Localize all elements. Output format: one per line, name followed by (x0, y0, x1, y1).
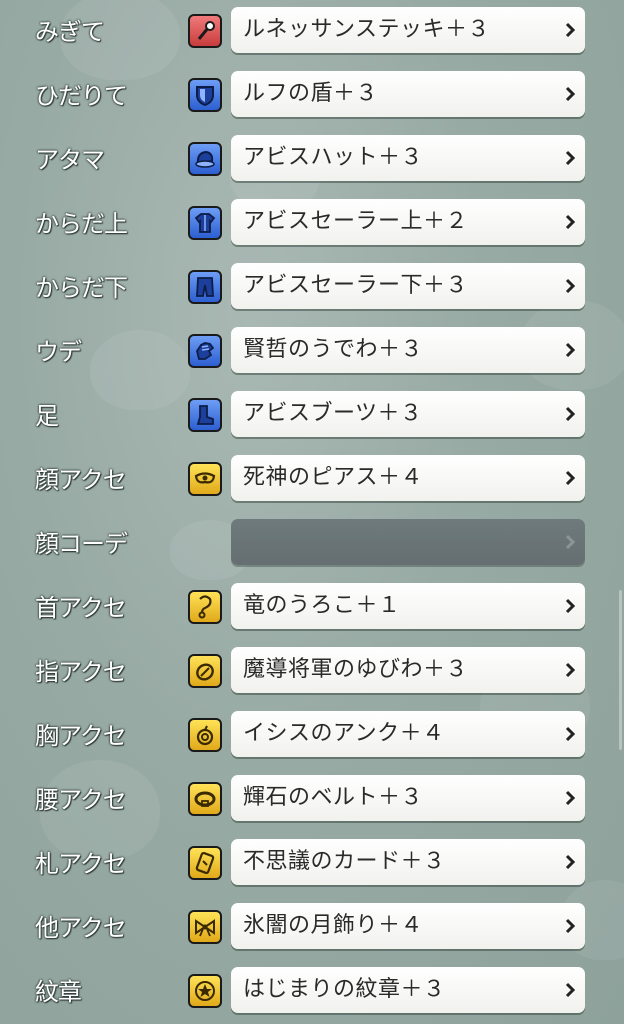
chevron-right-icon (565, 918, 575, 934)
item-name: はじまりの紋章＋３ (243, 977, 446, 1002)
item-name: ルフの盾＋３ (243, 81, 379, 106)
slot-label: 足 (35, 402, 59, 430)
chevron-right-icon (565, 790, 575, 806)
item-name: イシスのアンク＋４ (243, 721, 445, 746)
item-button-emblem[interactable]: はじまりの紋章＋３ (231, 967, 585, 1013)
card-icon (188, 846, 222, 880)
item-button-card-accessory[interactable]: 不思議のカード＋３ (231, 839, 585, 885)
item-button-waist-accessory[interactable]: 輝石のベルト＋３ (231, 775, 585, 821)
bow-icon (188, 910, 222, 944)
item-name: 輝石のベルト＋３ (243, 785, 424, 810)
equipment-row-left-hand: ひだりて ルフの盾＋３ (0, 64, 624, 128)
chevron-right-icon (565, 662, 575, 678)
slot-label: 他アクセ (35, 914, 127, 942)
chevron-right-icon (565, 22, 575, 38)
item-name: 魔導将軍のゆびわ＋３ (243, 657, 469, 682)
wand-icon (188, 14, 222, 48)
slot-label: 顔アクセ (35, 466, 127, 494)
equipment-row-face-coordinate: 顔コーデ (0, 512, 624, 576)
item-name: 氷闇の月飾り＋４ (243, 913, 424, 938)
equipment-row-right-hand: みぎて ルネッサンステッキ＋３ (0, 0, 624, 64)
item-name: 賢哲のうでわ＋３ (243, 337, 424, 362)
equipment-row-body-lower: からだ下 アビスセーラー下＋３ (0, 256, 624, 320)
item-button-face-coordinate-empty[interactable] (231, 519, 585, 565)
item-button-head[interactable]: アビスハット＋３ (231, 135, 585, 181)
equipment-row-feet: 足 アビスブーツ＋３ (0, 384, 624, 448)
equipment-row-finger-accessory: 指アクセ 魔導将軍のゆびわ＋３ (0, 640, 624, 704)
slot-label: 札アクセ (35, 850, 127, 878)
item-name: ルネッサンステッキ＋３ (243, 17, 491, 42)
slot-label: 指アクセ (35, 658, 127, 686)
slot-label: 胸アクセ (35, 722, 127, 750)
slot-label: からだ下 (35, 274, 128, 302)
brooch-icon (188, 718, 222, 752)
item-name: 死神のピアス＋４ (243, 465, 424, 490)
item-button-arms[interactable]: 賢哲のうでわ＋３ (231, 327, 585, 373)
equipment-row-waist-accessory: 腰アクセ 輝石のベルト＋３ (0, 768, 624, 832)
item-name: アビスブーツ＋３ (243, 401, 423, 426)
equipment-row-other-accessory: 他アクセ 氷闇の月飾り＋４ (0, 896, 624, 960)
equipment-row-neck-accessory: 首アクセ 竜のうろこ＋１ (0, 576, 624, 640)
equipment-row-emblem: 紋章 はじまりの紋章＋３ (0, 960, 624, 1024)
slot-label: みぎて (35, 18, 105, 46)
glove-icon (188, 334, 222, 368)
slot-label: 腰アクセ (35, 786, 127, 814)
item-button-chest-accessory[interactable]: イシスのアンク＋４ (231, 711, 585, 757)
slot-label: 顔コーデ (35, 530, 128, 558)
chevron-right-icon (565, 86, 575, 102)
chevron-right-icon (565, 214, 575, 230)
chevron-right-icon (565, 342, 575, 358)
item-button-other-accessory[interactable]: 氷闇の月飾り＋４ (231, 903, 585, 949)
slot-label: 首アクセ (35, 594, 127, 622)
boots-icon (188, 398, 222, 432)
mask-icon (188, 462, 222, 496)
necklace-icon (188, 590, 222, 624)
equipment-row-face-accessory: 顔アクセ 死神のピアス＋４ (0, 448, 624, 512)
chevron-right-icon (565, 854, 575, 870)
item-button-face-accessory[interactable]: 死神のピアス＋４ (231, 455, 585, 501)
slot-label: からだ上 (35, 210, 128, 238)
chevron-right-icon (565, 470, 575, 486)
chevron-right-icon (565, 278, 575, 294)
body-armor-icon (188, 206, 222, 240)
item-name: 竜のうろこ＋１ (243, 593, 401, 618)
item-button-feet[interactable]: アビスブーツ＋３ (231, 391, 585, 437)
chevron-right-icon (565, 598, 575, 614)
belt-icon (188, 782, 222, 816)
chevron-right-icon (565, 534, 575, 550)
chevron-right-icon (565, 982, 575, 998)
equipment-row-head: アタマ アビスハット＋３ (0, 128, 624, 192)
item-button-body-upper[interactable]: アビスセーラー上＋２ (231, 199, 585, 245)
item-button-right-hand[interactable]: ルネッサンステッキ＋３ (231, 7, 585, 53)
chevron-right-icon (565, 406, 575, 422)
item-button-neck-accessory[interactable]: 竜のうろこ＋１ (231, 583, 585, 629)
slot-label: ひだりて (35, 82, 128, 110)
equipment-row-body-upper: からだ上 アビスセーラー上＋２ (0, 192, 624, 256)
item-button-body-lower[interactable]: アビスセーラー下＋３ (231, 263, 585, 309)
item-name: アビスハット＋３ (243, 145, 424, 170)
chevron-right-icon (565, 150, 575, 166)
equipment-row-chest-accessory: 胸アクセ イシスのアンク＋４ (0, 704, 624, 768)
item-name: 不思議のカード＋３ (243, 849, 446, 874)
chevron-right-icon (565, 726, 575, 742)
hat-icon (188, 142, 222, 176)
emblem-icon (188, 974, 222, 1008)
scrollbar[interactable] (619, 590, 622, 750)
slot-label: ウデ (35, 338, 82, 366)
ring-icon (188, 654, 222, 688)
item-name: アビスセーラー上＋２ (243, 209, 469, 234)
item-button-finger-accessory[interactable]: 魔導将軍のゆびわ＋３ (231, 647, 585, 693)
equipment-row-card-accessory: 札アクセ 不思議のカード＋３ (0, 832, 624, 896)
item-button-left-hand[interactable]: ルフの盾＋３ (231, 71, 585, 117)
slot-label: 紋章 (35, 978, 82, 1006)
equipment-row-arms: ウデ 賢哲のうでわ＋３ (0, 320, 624, 384)
item-name: アビスセーラー下＋３ (243, 273, 469, 298)
pants-icon (188, 270, 222, 304)
shield-icon (188, 78, 222, 112)
slot-label: アタマ (35, 146, 105, 174)
